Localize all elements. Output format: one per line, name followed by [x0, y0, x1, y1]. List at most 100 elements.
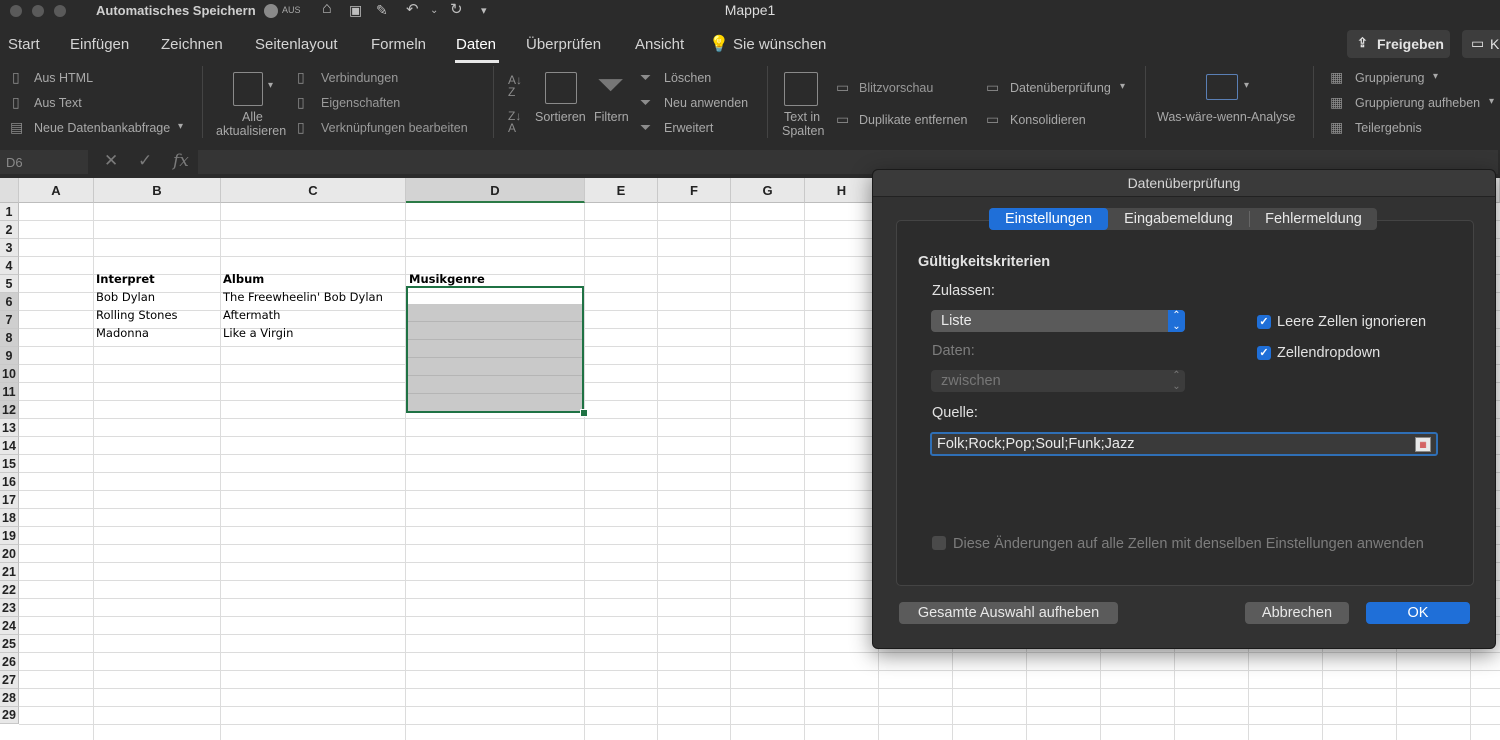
range-picker-icon[interactable]: ▦ [1415, 437, 1431, 452]
column-header[interactable]: C [221, 178, 406, 203]
row-header[interactable]: 19 [0, 527, 19, 545]
tab-formeln[interactable]: Formeln [371, 36, 426, 53]
blitzvorschau-button[interactable]: Blitzvorschau [859, 81, 933, 95]
what-if-icon[interactable] [1206, 74, 1238, 100]
datenueberpruefung-button[interactable]: Datenüberprüfung [1010, 81, 1111, 95]
text-in-spalten-button[interactable]: Spalten [782, 124, 824, 138]
row-header[interactable]: 25 [0, 635, 19, 653]
was-waere-wenn-analyse-button[interactable]: Was-wäre-wenn-Analyse [1157, 110, 1295, 124]
source-input[interactable]: Folk;Rock;Pop;Soul;Funk;Jazz ▦ [930, 432, 1438, 456]
tab-daten[interactable]: Daten [456, 36, 496, 53]
comments-button[interactable]: ▭ K [1462, 30, 1500, 58]
cell-b6[interactable]: Bob Dylan [96, 290, 155, 304]
cell-c5[interactable]: Album [223, 272, 264, 286]
column-header[interactable]: F [658, 178, 731, 203]
row-header[interactable]: 20 [0, 545, 19, 563]
fill-handle[interactable] [580, 409, 588, 417]
sortieren-button[interactable]: Sortieren [535, 110, 586, 124]
tab-start[interactable]: Start [8, 36, 40, 53]
row-header[interactable]: 16 [0, 473, 19, 491]
duplikate-entfernen-button[interactable]: Duplikate entfernen [859, 113, 967, 127]
name-box[interactable]: D6 [0, 150, 88, 174]
neue-datenbankabfrage-button[interactable]: Neue Datenbankabfrage [34, 121, 170, 135]
tab-einfuegen[interactable]: Einfügen [70, 36, 129, 53]
row-header[interactable]: 8 [0, 329, 19, 347]
row-header[interactable]: 12 [0, 401, 19, 419]
in-cell-dropdown-checkbox[interactable]: ✓ [1257, 346, 1271, 360]
aus-html-button[interactable]: Aus HTML [34, 71, 93, 85]
column-header[interactable]: D [406, 178, 585, 203]
cell-b8[interactable]: Madonna [96, 326, 149, 340]
select-all-corner[interactable] [0, 178, 19, 203]
loeschen-button[interactable]: Löschen [664, 71, 711, 85]
konsolidieren-button[interactable]: Konsolidieren [1010, 113, 1086, 127]
row-header[interactable]: 21 [0, 563, 19, 581]
chevron-down-icon[interactable]: ▾ [1120, 81, 1125, 92]
row-header[interactable]: 26 [0, 653, 19, 671]
cell-b5[interactable]: Interpret [96, 272, 155, 286]
row-header[interactable]: 15 [0, 455, 19, 473]
selection-range[interactable] [406, 286, 584, 413]
row-header[interactable]: 11 [0, 383, 19, 401]
row-header[interactable]: 6 [0, 293, 19, 311]
erweitert-button[interactable]: Erweitert [664, 121, 713, 135]
ignore-blank-checkbox[interactable]: ✓ [1257, 315, 1271, 329]
filtern-button[interactable]: Filtern [594, 110, 629, 124]
row-header[interactable]: 23 [0, 599, 19, 617]
verbindungen-button[interactable]: Verbindungen [321, 71, 398, 85]
row-header[interactable]: 27 [0, 671, 19, 689]
row-header[interactable]: 5 [0, 275, 19, 293]
cell-d5[interactable]: Musikgenre [409, 272, 485, 286]
chevron-down-icon[interactable]: ▾ [178, 121, 183, 132]
verknuepfungen-bearbeiten-button[interactable]: Verknüpfungen bearbeiten [321, 121, 468, 135]
row-header[interactable]: 18 [0, 509, 19, 527]
chevron-down-icon[interactable]: ▾ [1433, 71, 1438, 82]
cell-c8[interactable]: Like a Virgin [223, 326, 293, 340]
gruppierung-button[interactable]: Gruppierung [1355, 71, 1425, 85]
cell-c7[interactable]: Aftermath [223, 308, 280, 322]
cell-b7[interactable]: Rolling Stones [96, 308, 178, 322]
row-header[interactable]: 10 [0, 365, 19, 383]
eigenschaften-button[interactable]: Eigenschaften [321, 96, 400, 110]
chevron-down-icon[interactable]: ▾ [1244, 80, 1249, 91]
tab-eingabemeldung[interactable]: Eingabemeldung [1108, 208, 1249, 230]
text-to-columns-icon[interactable] [784, 72, 818, 106]
row-header[interactable]: 22 [0, 581, 19, 599]
cancel-icon[interactable]: ✕ [104, 151, 118, 171]
cell-c6[interactable]: The Freewheelin' Bob Dylan [223, 290, 383, 304]
tab-fehlermeldung[interactable]: Fehlermeldung [1250, 208, 1377, 230]
function-icon[interactable]: fx [173, 151, 189, 171]
confirm-icon[interactable]: ✓ [138, 151, 152, 171]
row-header[interactable]: 7 [0, 311, 19, 329]
row-header[interactable]: 24 [0, 617, 19, 635]
tab-seitenlayout[interactable]: Seitenlayout [255, 36, 338, 53]
filter-icon[interactable]: ⏷ [597, 66, 624, 105]
row-header[interactable]: 14 [0, 437, 19, 455]
column-header[interactable]: H [805, 178, 879, 203]
chevron-down-icon[interactable]: ▾ [1489, 96, 1494, 107]
column-header[interactable]: G [731, 178, 805, 203]
row-header[interactable]: 29 [0, 707, 19, 724]
tab-ansicht[interactable]: Ansicht [635, 36, 684, 53]
sort-icon[interactable] [545, 72, 577, 104]
cancel-button[interactable]: Abbrechen [1245, 602, 1349, 624]
row-header[interactable]: 4 [0, 257, 19, 275]
row-header[interactable]: 13 [0, 419, 19, 437]
aus-text-button[interactable]: Aus Text [34, 96, 82, 110]
tab-zeichnen[interactable]: Zeichnen [161, 36, 223, 53]
tab-einstellungen[interactable]: Einstellungen [989, 208, 1108, 230]
ok-button[interactable]: OK [1366, 602, 1470, 624]
row-header[interactable]: 1 [0, 203, 19, 221]
share-button[interactable]: ⇪ Freigeben [1347, 30, 1450, 58]
row-header[interactable]: 17 [0, 491, 19, 509]
alle-aktualisieren-button[interactable]: aktualisieren [216, 124, 286, 138]
sort-za-icon[interactable]: Z↓ A [508, 110, 521, 134]
row-header[interactable]: 9 [0, 347, 19, 365]
clear-all-button[interactable]: Gesamte Auswahl aufheben [899, 602, 1118, 624]
column-header[interactable]: A [19, 178, 94, 203]
tab-ueberpruefen[interactable]: Überprüfen [526, 36, 601, 53]
row-header[interactable]: 2 [0, 221, 19, 239]
row-header[interactable]: 3 [0, 239, 19, 257]
gruppierung-aufheben-button[interactable]: Gruppierung aufheben [1355, 96, 1480, 110]
sort-az-icon[interactable]: A↓ Z [508, 74, 522, 98]
